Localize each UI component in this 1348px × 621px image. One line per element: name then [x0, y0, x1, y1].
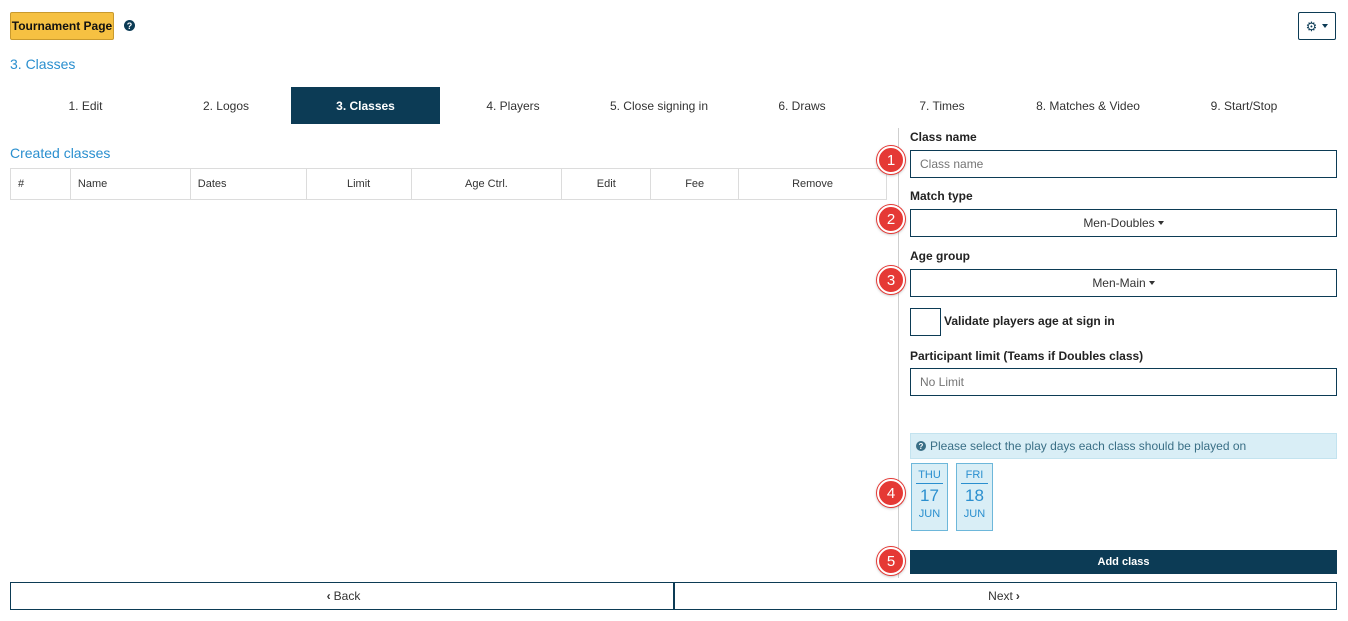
validate-age-label: Validate players age at sign in	[944, 314, 1115, 328]
marker-1: 1	[877, 146, 905, 174]
age-group-dropdown[interactable]: Men-Main	[910, 269, 1337, 297]
back-button[interactable]: ‹ Back	[10, 582, 674, 610]
column-header-limit: Limit	[305, 168, 412, 200]
validate-age-checkbox[interactable]	[910, 308, 941, 336]
tab-draws[interactable]: 6. Draws	[732, 87, 872, 124]
panel-divider	[898, 128, 899, 578]
chevron-left-icon: ‹	[326, 589, 331, 603]
tab-matches-video[interactable]: 8. Matches & Video	[1012, 87, 1164, 124]
day-month: JUN	[918, 508, 941, 520]
settings-dropdown-button[interactable]: ⚙	[1298, 12, 1336, 40]
page-title: 3. Classes	[10, 56, 76, 72]
column-header-fee: Fee	[650, 168, 740, 200]
tab-players[interactable]: 4. Players	[440, 87, 586, 124]
participant-limit-input[interactable]	[910, 368, 1337, 396]
caret-down-icon	[1148, 281, 1155, 285]
tournament-page-button[interactable]: Tournament Page	[10, 12, 114, 40]
participant-limit-label: Participant limit (Teams if Doubles clas…	[910, 349, 1144, 363]
created-classes-title: Created classes	[10, 145, 111, 161]
tab-close-signing-in[interactable]: 5. Close signing in	[586, 87, 732, 124]
back-label: Back	[333, 589, 361, 603]
age-group-value: Men-Main	[1092, 276, 1146, 290]
day-of-week: FRI	[961, 469, 988, 484]
marker-2: 2	[877, 205, 905, 233]
column-header-number: #	[10, 168, 71, 200]
play-days-info-text: Please select the play days each class s…	[930, 439, 1247, 453]
column-header-remove: Remove	[738, 168, 887, 200]
age-group-label: Age group	[910, 249, 970, 263]
gear-icon: ⚙	[1305, 18, 1318, 34]
info-icon: ?	[916, 441, 926, 451]
match-type-dropdown[interactable]: Men-Doubles	[910, 209, 1337, 237]
play-days-info: ? Please select the play days each class…	[910, 433, 1337, 459]
add-class-button[interactable]: Add class	[910, 550, 1337, 574]
next-button[interactable]: Next ›	[674, 582, 1337, 610]
tab-classes[interactable]: 3. Classes	[291, 87, 440, 124]
column-header-name: Name	[69, 168, 191, 200]
marker-5: 5	[877, 547, 905, 575]
match-type-value: Men-Doubles	[1083, 216, 1155, 230]
tab-logos[interactable]: 2. Logos	[161, 87, 291, 124]
tab-edit[interactable]: 1. Edit	[10, 87, 161, 124]
day-month: JUN	[963, 508, 986, 520]
created-classes-table: # Name Dates Limit Age Ctrl. Edit Fee Re…	[10, 168, 887, 200]
caret-down-icon	[1322, 24, 1329, 28]
class-name-input[interactable]	[910, 150, 1337, 178]
table-header-row: # Name Dates Limit Age Ctrl. Edit Fee Re…	[10, 168, 887, 200]
help-icon[interactable]: ?	[124, 20, 135, 31]
play-day-fri[interactable]: FRI 18 JUN	[956, 463, 993, 531]
day-number: 18	[965, 486, 984, 505]
day-of-week: THU	[916, 469, 943, 484]
marker-3: 3	[877, 266, 905, 294]
day-number: 17	[920, 486, 939, 505]
marker-4: 4	[877, 479, 905, 507]
column-header-dates: Dates	[189, 168, 307, 200]
tab-times[interactable]: 7. Times	[872, 87, 1012, 124]
tab-start-stop[interactable]: 9. Start/Stop	[1164, 87, 1324, 124]
play-day-thu[interactable]: THU 17 JUN	[911, 463, 948, 531]
caret-down-icon	[1157, 221, 1164, 225]
column-header-edit: Edit	[561, 168, 652, 200]
column-header-age-ctrl: Age Ctrl.	[410, 168, 563, 200]
next-label: Next	[988, 589, 1013, 603]
class-name-label: Class name	[910, 130, 977, 144]
match-type-label: Match type	[910, 189, 973, 203]
chevron-right-icon: ›	[1015, 589, 1020, 603]
step-tabs: 1. Edit 2. Logos 3. Classes 4. Players 5…	[10, 87, 1336, 124]
